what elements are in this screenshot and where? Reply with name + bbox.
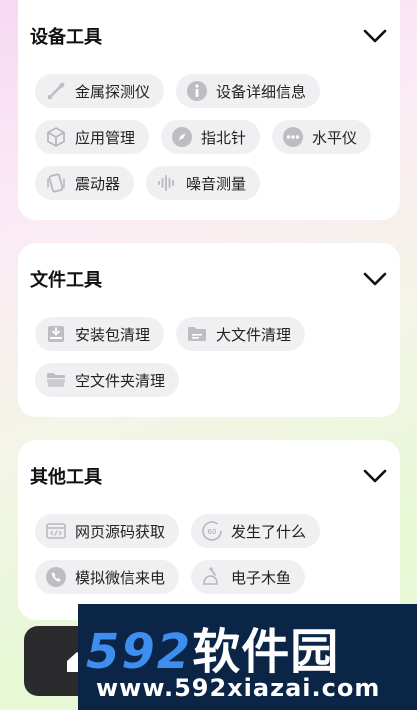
empty-folder-icon [45,369,67,391]
watermark-brand: 软件园 [192,624,340,680]
tool-package-cleanup[interactable]: 安装包清理 [35,317,165,351]
tool-app-manager[interactable]: 应用管理 [35,120,150,154]
chip-label: 金属探测仪 [75,82,151,101]
watermark-banner: 592软件园 www.592xiazai.com [78,604,417,710]
tool-large-file-cleanup[interactable]: 大文件清理 [176,317,306,351]
chip-label: 空文件夹清理 [75,371,166,390]
tool-noise-meter[interactable]: 噪音测量 [146,166,261,200]
chevron-down-icon[interactable] [362,463,388,489]
chip-label: 发生了什么 [231,522,307,541]
chip-label: 水平仪 [312,128,358,147]
clock-60-icon: 60 [201,520,223,542]
tool-empty-folder-cleanup[interactable]: 空文件夹清理 [35,363,180,397]
folder-icon [186,323,208,345]
device-tools-card: 设备工具 金属探测仪 设备详细信息 应用管理 指北针 水平仪 震动器 噪音测量 [18,0,400,220]
cube-icon [45,126,67,148]
level-icon [282,126,304,148]
file-tools-header[interactable]: 文件工具 [30,265,388,293]
chip-label: 应用管理 [75,128,136,147]
section-title: 文件工具 [30,270,102,291]
info-icon [186,80,208,102]
chip-label: 大文件清理 [216,325,292,344]
sound-wave-icon [156,172,178,194]
chip-label: 指北针 [201,128,247,147]
tool-wooden-fish[interactable]: 电子木鱼 [191,560,306,594]
chevron-down-icon[interactable] [362,266,388,292]
watermark-url: www.592xiazai.com [96,674,381,702]
device-tools-header[interactable]: 设备工具 [30,22,388,50]
phone-icon [45,566,67,588]
section-title: 设备工具 [30,27,102,48]
code-icon [45,520,67,542]
compass-icon [171,126,193,148]
file-tools-card: 文件工具 安装包清理 大文件清理 空文件夹清理 [18,243,400,417]
tool-fake-wechat-call[interactable]: 模拟微信来电 [35,560,180,594]
tool-webpage-source[interactable]: 网页源码获取 [35,514,180,548]
chip-label: 电子木鱼 [231,568,292,587]
tool-compass[interactable]: 指北针 [161,120,261,154]
svg-text:60: 60 [208,528,217,536]
watermark-numerals: 592 [86,624,193,680]
vibrate-icon [45,172,67,194]
section-title: 其他工具 [30,467,102,488]
watermark-logo: 592软件园 [86,612,339,682]
other-tools-card: 其他工具 网页源码获取 60 发生了什么 模拟微信来电 电子木鱼 [18,440,400,620]
chip-label: 模拟微信来电 [75,568,166,587]
tool-what-happened[interactable]: 60 发生了什么 [191,514,321,548]
metal-detector-icon [45,80,67,102]
package-icon [45,323,67,345]
other-tools-header[interactable]: 其他工具 [30,462,388,490]
wooden-fish-icon [201,566,223,588]
chip-label: 噪音测量 [186,174,247,193]
tool-metal-detector[interactable]: 金属探测仪 [35,74,165,108]
chevron-down-icon[interactable] [362,23,388,49]
tool-device-info[interactable]: 设备详细信息 [176,74,321,108]
chip-label: 安装包清理 [75,325,151,344]
chip-label: 设备详细信息 [216,82,307,101]
tool-level[interactable]: 水平仪 [272,120,372,154]
tool-vibrator[interactable]: 震动器 [35,166,135,200]
chip-label: 震动器 [75,174,121,193]
chip-label: 网页源码获取 [75,522,166,541]
